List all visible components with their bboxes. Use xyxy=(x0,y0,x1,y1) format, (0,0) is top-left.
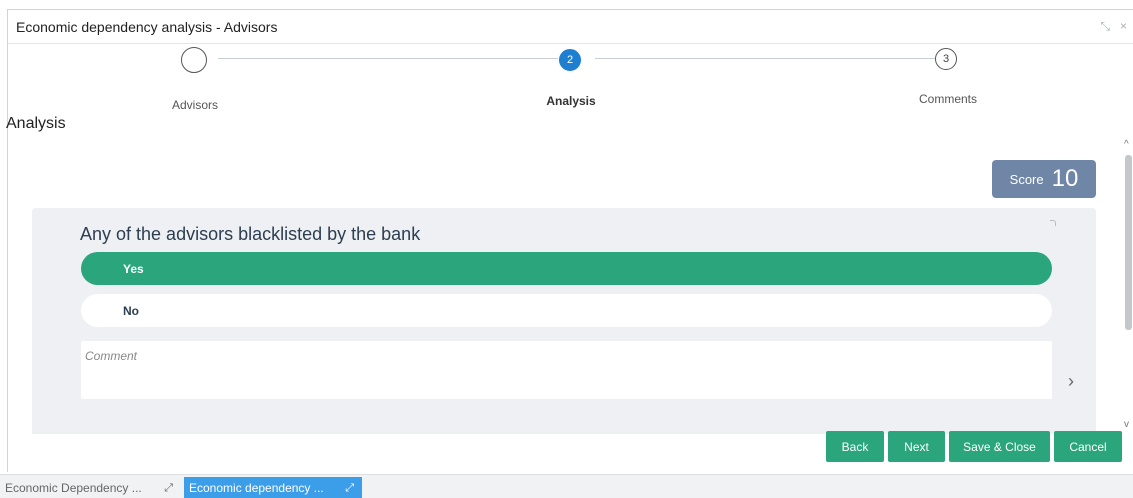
question-text: Any of the advisors blacklisted by the b… xyxy=(80,224,421,244)
chevron-right-icon[interactable]: › xyxy=(1068,371,1074,392)
title-bar: Economic dependency analysis - Advisors … xyxy=(8,10,1133,44)
step-2-number: 2 xyxy=(566,54,574,66)
step-connector-1 xyxy=(218,58,558,59)
save-close-button[interactable]: Save & Close xyxy=(949,431,1050,462)
expand-icon[interactable]: ⤢ xyxy=(345,482,354,495)
vertical-scrollbar[interactable]: ^ v xyxy=(1122,139,1133,434)
scroll-up-icon[interactable]: ^ xyxy=(1124,139,1129,150)
stepper: 2 3 Advisors Analysis Comments xyxy=(8,45,1133,112)
task-economic-dependency[interactable]: Economic Dependency ... ⤢ xyxy=(0,477,181,498)
step-1-circle[interactable] xyxy=(181,47,207,73)
score-value: 10 xyxy=(1051,165,1079,192)
option-no[interactable]: No xyxy=(81,294,1052,327)
content-area: Score 10 Any of the advisors blacklisted… xyxy=(8,138,1116,434)
window: Economic dependency analysis - Advisors … xyxy=(6,9,1133,472)
window-title: Economic dependency analysis - Advisors xyxy=(16,19,278,35)
section-title: Analysis xyxy=(6,115,66,132)
option-yes-label: Yes xyxy=(123,261,144,276)
comment-field[interactable]: Comment xyxy=(81,341,1052,399)
minimize-icon[interactable]: ⤡ xyxy=(1100,19,1110,34)
option-no-label: No xyxy=(123,303,139,318)
task-economic-dependency-active[interactable]: Economic dependency ... ⤢ xyxy=(184,477,362,498)
scroll-thumb[interactable] xyxy=(1125,155,1132,330)
task-label: Economic dependency ... xyxy=(189,481,324,495)
window-controls: ⤡ × xyxy=(1100,19,1127,34)
step-3-label[interactable]: Comments xyxy=(919,92,977,106)
score-badge: Score 10 xyxy=(992,160,1096,198)
step-3-number: 3 xyxy=(942,53,950,65)
expand-icon[interactable]: ⤢ xyxy=(164,482,173,495)
back-button[interactable]: Back xyxy=(826,431,884,462)
panel-corner-icon xyxy=(1050,220,1056,226)
option-yes[interactable]: Yes xyxy=(81,252,1052,285)
question-panel: Any of the advisors blacklisted by the b… xyxy=(32,208,1096,434)
close-icon[interactable]: × xyxy=(1120,19,1127,34)
next-button[interactable]: Next xyxy=(888,431,945,462)
cancel-button[interactable]: Cancel xyxy=(1054,431,1122,462)
step-2-label[interactable]: Analysis xyxy=(546,94,595,108)
step-1-label[interactable]: Advisors xyxy=(172,98,218,112)
step-2-circle[interactable]: 2 xyxy=(559,49,581,71)
step-connector-2 xyxy=(595,58,935,59)
step-3-circle[interactable]: 3 xyxy=(935,48,957,70)
taskbar: Economic Dependency ... ⤢ Economic depen… xyxy=(0,474,1133,498)
score-label: Score xyxy=(1009,171,1044,187)
comment-placeholder: Comment xyxy=(85,349,138,363)
footer-buttons: Back Next Save & Close Cancel xyxy=(826,431,1122,462)
task-label: Economic Dependency ... xyxy=(5,481,142,495)
scroll-down-icon[interactable]: v xyxy=(1124,419,1129,430)
